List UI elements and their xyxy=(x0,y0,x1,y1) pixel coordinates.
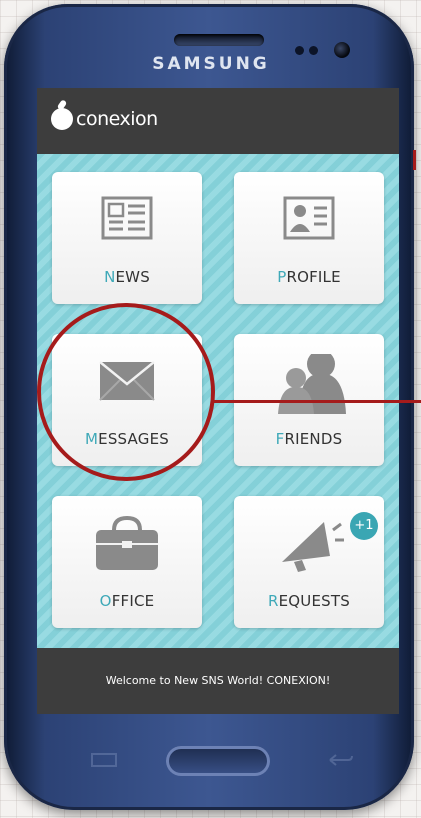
annotation-connector-line xyxy=(212,400,421,403)
requests-label: REQUESTS xyxy=(268,592,350,610)
light-sensor xyxy=(309,46,318,55)
front-camera xyxy=(334,42,350,58)
news-label: NEWS xyxy=(104,268,150,286)
profile-label: PROFILE xyxy=(277,268,341,286)
menu-key-icon[interactable] xyxy=(90,752,118,768)
id-card-icon xyxy=(283,196,335,240)
request-count-badge: +1 xyxy=(350,512,378,540)
highlight-circle xyxy=(37,303,215,481)
people-icon xyxy=(278,354,346,414)
welcome-footer: Welcome to New SNS World! CONEXION! xyxy=(37,648,399,714)
back-key-icon[interactable] xyxy=(326,752,354,768)
office-tile[interactable]: OFFICE xyxy=(52,496,202,628)
proximity-sensor xyxy=(295,46,304,55)
earpiece-speaker xyxy=(174,34,264,46)
home-button[interactable] xyxy=(166,746,270,776)
logo-text: conexion xyxy=(76,108,158,130)
app-logo[interactable]: conexion xyxy=(51,108,158,130)
device-brand: SAMSUNG xyxy=(152,54,270,74)
profile-tile[interactable]: PROFILE xyxy=(234,172,384,304)
office-label: OFFICE xyxy=(99,592,155,610)
annotation-marker xyxy=(413,150,416,170)
app-header: conexion xyxy=(37,88,399,154)
requests-tile[interactable]: +1 REQUESTS xyxy=(234,496,384,628)
news-tile[interactable]: NEWS xyxy=(52,172,202,304)
friends-label: FRIENDS xyxy=(275,430,343,448)
newspaper-icon xyxy=(101,196,153,240)
briefcase-icon xyxy=(96,516,158,570)
logo-icon xyxy=(51,108,73,130)
